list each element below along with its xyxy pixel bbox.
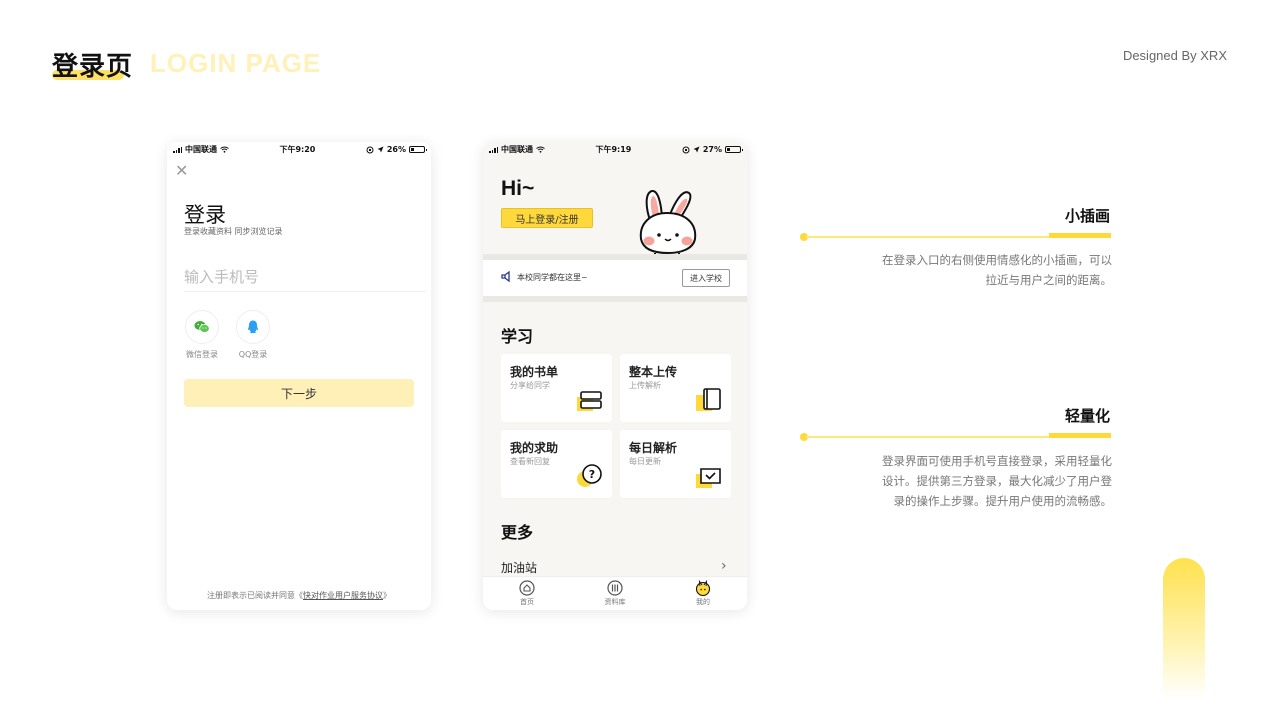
section-title-more: 更多: [501, 523, 534, 542]
battery-percent: 27%: [702, 145, 722, 154]
upload-book-icon: [696, 388, 721, 411]
svg-text:?: ?: [589, 468, 595, 481]
status-time: 下午9:19: [595, 145, 632, 154]
greeting-text: Hi~: [501, 177, 535, 200]
enter-school-button[interactable]: 进入学校: [682, 269, 730, 287]
tab-home[interactable]: 首页: [483, 577, 571, 610]
login-phone-mockup: 中国联通 下午9:20 26% ✕ 登录 登录收藏资料 同步浏览记录 微信登录: [167, 142, 431, 610]
carrier-label: 中国联通: [185, 145, 217, 154]
annotation-line: [806, 436, 1050, 438]
location-icon: [693, 146, 700, 153]
profile-phone-mockup: 中国联通 下午9:19 27% Hi~ 马上登录/注册 本校同学都在这里~ 进入…: [483, 142, 747, 610]
terms-link[interactable]: 快对作业用户服务协议: [303, 591, 383, 600]
profile-bunny-icon: [695, 580, 711, 596]
status-bar: 中国联通 下午9:20 26%: [167, 142, 431, 157]
card-subtitle: 查看新回复: [510, 457, 550, 466]
library-icon: [607, 580, 623, 596]
profile-header: Hi~ 马上登录/注册: [483, 157, 747, 255]
desc-line: 设计。提供第三方登录，最大化减少了用户登: [882, 474, 1112, 488]
status-time: 下午9:20: [279, 145, 316, 154]
annotation-accent-bar: [1049, 233, 1111, 238]
annotation-desc-illustration: 在登录入口的右侧使用情感化的小插画，可以 拉近与用户之间的距离。: [882, 250, 1112, 290]
wifi-icon: [220, 146, 229, 153]
login-subtitle: 登录收藏资料 同步浏览记录: [184, 227, 283, 236]
card-title: 每日解析: [629, 441, 678, 455]
tab-label: 资料库: [604, 598, 626, 606]
next-step-button[interactable]: 下一步: [184, 379, 414, 407]
battery-percent: 26%: [386, 145, 406, 154]
daily-check-icon: [696, 468, 721, 488]
qq-icon: [247, 320, 259, 333]
megaphone-icon: [501, 271, 510, 282]
card-title: 我的求助: [510, 441, 559, 455]
desc-line: 在登录入口的右侧使用情感化的小插画，可以: [882, 253, 1112, 267]
wechat-login-button[interactable]: 微信登录: [182, 310, 222, 360]
wifi-icon: [536, 146, 545, 153]
lock-rotation-icon: [366, 146, 374, 153]
login-title: 登录: [184, 203, 226, 227]
annotation-title-illustration: 小插画: [1064, 207, 1110, 225]
card-subtitle: 分享给同学: [510, 381, 550, 390]
card-daily-analysis[interactable]: 每日解析 每日更新: [620, 430, 731, 498]
card-my-help[interactable]: 我的求助 查看新回复 ?: [501, 430, 612, 498]
page-title-english: LOGIN PAGE: [150, 48, 322, 78]
lock-rotation-icon: [682, 146, 690, 153]
terms-prefix: 注册即表示已阅读并同意《: [207, 591, 303, 600]
chevron-right-icon[interactable]: ›: [721, 558, 727, 574]
tab-label: 首页: [520, 598, 534, 606]
annotation-title-lightweight: 轻量化: [1064, 407, 1110, 425]
card-full-upload[interactable]: 整本上传 上传解析: [620, 354, 731, 422]
tab-label: 我的: [696, 598, 710, 606]
location-icon: [377, 146, 384, 153]
terms-suffix: 》: [383, 591, 391, 600]
section-title-study: 学习: [501, 327, 534, 346]
tab-mine[interactable]: 我的: [659, 577, 747, 610]
qq-login-label: QQ登录: [238, 350, 268, 359]
card-subtitle: 每日更新: [629, 457, 661, 466]
annotation-accent-bar: [1049, 433, 1111, 438]
home-icon: [519, 580, 535, 596]
signal-icon: [489, 146, 498, 153]
login-register-button[interactable]: 马上登录/注册: [501, 208, 593, 228]
close-icon[interactable]: ✕: [175, 162, 188, 180]
terms-notice: 注册即表示已阅读并同意《快对作业用户服务协议》: [167, 590, 431, 601]
designer-credit: Designed By XRX: [1122, 48, 1227, 63]
signal-icon: [173, 146, 182, 153]
battery-icon: [409, 146, 427, 153]
notice-text: 本校同学都在这里~: [517, 273, 588, 282]
school-notice-bar: 本校同学都在这里~ 进入学校: [483, 260, 747, 296]
card-my-booklist[interactable]: 我的书单 分享给同学: [501, 354, 612, 422]
annotation-desc-lightweight: 登录界面可使用手机号直接登录，采用轻量化 设计。提供第三方登录，最大化减少了用户…: [882, 451, 1112, 511]
bottom-tab-bar: 首页 资料库 我的: [483, 576, 747, 610]
list-item-fuel-station[interactable]: 加油站: [501, 559, 537, 576]
section-divider: [483, 296, 747, 302]
decorative-gradient-pill: [1163, 558, 1205, 698]
question-bubble-icon: ?: [577, 464, 602, 487]
annotation-line: [806, 236, 1050, 238]
battery-icon: [725, 146, 743, 153]
tab-library[interactable]: 资料库: [571, 577, 659, 610]
booklist-icon: [577, 391, 602, 411]
desc-line: 拉近与用户之间的距离。: [985, 273, 1113, 287]
card-title: 整本上传: [629, 365, 678, 379]
carrier-label: 中国联通: [501, 145, 533, 154]
desc-line: 登录界面可使用手机号直接登录，采用轻量化: [882, 454, 1112, 468]
card-subtitle: 上传解析: [629, 381, 661, 390]
wechat-login-label: 微信登录: [186, 350, 218, 359]
desc-line: 录的操作上步骤。提升用户使用的流畅感。: [893, 494, 1113, 508]
qq-login-button[interactable]: QQ登录: [233, 310, 273, 360]
status-bar: 中国联通 下午9:19 27%: [483, 142, 747, 157]
bunny-illustration-icon: [639, 190, 697, 255]
page-title: 登录页: [52, 52, 134, 82]
card-title: 我的书单: [510, 365, 559, 379]
phone-number-input[interactable]: [184, 262, 426, 292]
wechat-icon: [194, 321, 210, 333]
